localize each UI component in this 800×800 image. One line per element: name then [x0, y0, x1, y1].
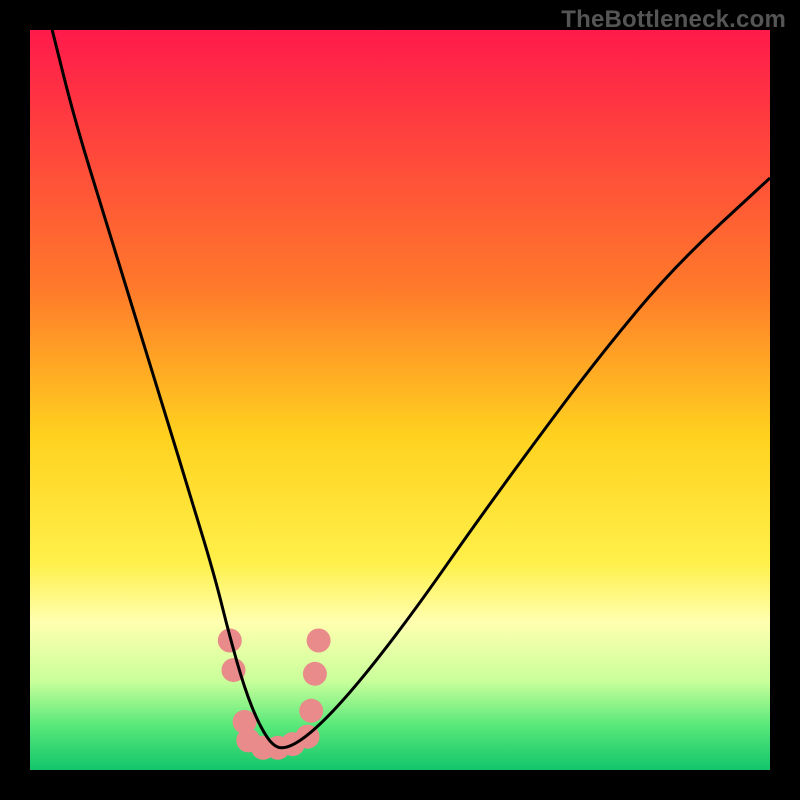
app-frame: TheBottleneck.com: [0, 0, 800, 800]
highlight-dot: [307, 629, 331, 653]
bottleneck-chart: [30, 30, 770, 770]
highlight-dot: [303, 662, 327, 686]
highlight-dot: [299, 699, 323, 723]
chart-container: [30, 30, 770, 770]
chart-background: [30, 30, 770, 770]
